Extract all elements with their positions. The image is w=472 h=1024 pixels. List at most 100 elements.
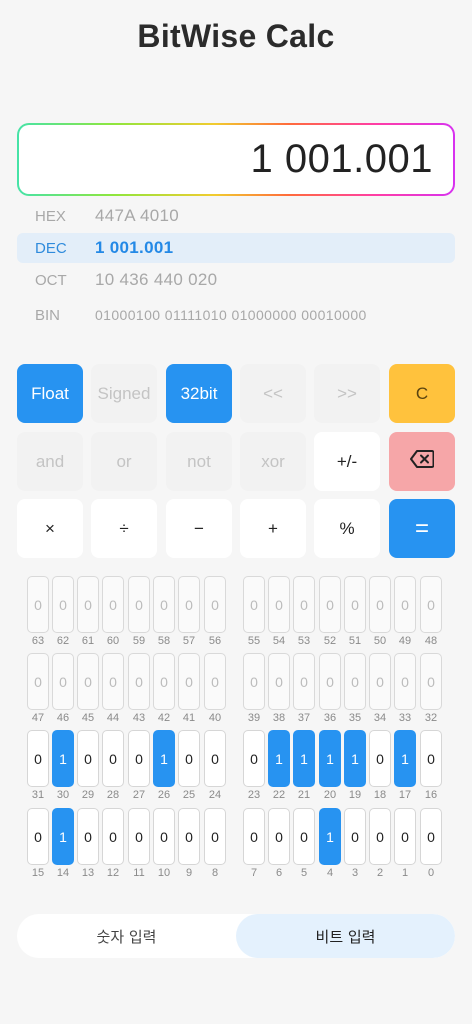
bit-53: 0: [293, 576, 315, 633]
bit-22[interactable]: 1: [268, 730, 290, 787]
bit-15[interactable]: 0: [27, 808, 49, 865]
value-display[interactable]: 1 001.001: [19, 125, 453, 194]
radix-label: HEX: [35, 207, 66, 225]
bit-1[interactable]: 0: [394, 808, 416, 865]
tab-label: 숫자 입력: [96, 927, 157, 946]
bit-38: 0: [268, 653, 290, 710]
bit-28[interactable]: 0: [102, 730, 124, 787]
key-label: ÷: [119, 518, 129, 538]
bit-16[interactable]: 0: [420, 730, 442, 787]
radix-row-hex[interactable]: HEX 447A 4010: [17, 201, 455, 231]
key-label: Signed: [97, 383, 151, 403]
equals-button[interactable]: =: [389, 499, 455, 558]
key-label: −: [194, 518, 204, 538]
bit-61: 0: [77, 576, 99, 633]
key-label: >>: [337, 383, 357, 403]
key-label: <<: [263, 383, 283, 403]
tab-number-input[interactable]: 숫자 입력: [17, 914, 236, 958]
signed-toggle[interactable]: Signed: [91, 364, 157, 423]
subtract-button[interactable]: −: [166, 499, 232, 558]
bit-10[interactable]: 0: [153, 808, 175, 865]
or-button[interactable]: or: [91, 432, 157, 491]
bit-13[interactable]: 0: [77, 808, 99, 865]
bit-43: 0: [128, 653, 150, 710]
float-toggle[interactable]: Float: [17, 364, 83, 423]
xor-button[interactable]: xor: [240, 432, 306, 491]
bit-2[interactable]: 0: [369, 808, 391, 865]
bit-8[interactable]: 0: [204, 808, 226, 865]
key-label: 32bit: [180, 383, 218, 403]
key-label: +/-: [336, 451, 358, 471]
bit-31[interactable]: 0: [27, 730, 49, 787]
bit-40: 0: [204, 653, 226, 710]
bit-17[interactable]: 1: [394, 730, 416, 787]
bit-44: 0: [102, 653, 124, 710]
bit-54: 0: [268, 576, 290, 633]
bit-3[interactable]: 0: [344, 808, 366, 865]
bit-14[interactable]: 1: [52, 808, 74, 865]
key-label: not: [187, 451, 211, 471]
radix-label: OCT: [35, 271, 67, 289]
radix-row-dec[interactable]: DEC 1 001.001: [17, 233, 455, 263]
not-button[interactable]: not: [166, 432, 232, 491]
bit-12[interactable]: 0: [102, 808, 124, 865]
bit-4[interactable]: 1: [319, 808, 341, 865]
radix-value: 10 436 440 020: [95, 270, 218, 289]
bit-index-label: 32: [424, 712, 438, 724]
bit-21[interactable]: 1: [293, 730, 315, 787]
bit-0[interactable]: 0: [420, 808, 442, 865]
bit-20[interactable]: 1: [319, 730, 341, 787]
shift-right-button[interactable]: >>: [314, 364, 380, 423]
bit-56: 0: [204, 576, 226, 633]
radix-row-bin[interactable]: BIN 01000100 01111010 01000000 00010000: [17, 300, 455, 330]
bit-57: 0: [178, 576, 200, 633]
bit-23[interactable]: 0: [243, 730, 265, 787]
bit-46: 0: [52, 653, 74, 710]
bit-35: 0: [344, 653, 366, 710]
tab-bit-input[interactable]: 비트 입력: [236, 914, 455, 958]
bit-26[interactable]: 1: [153, 730, 175, 787]
negate-button[interactable]: +/-: [314, 432, 380, 491]
bit-30[interactable]: 1: [52, 730, 74, 787]
bit-index-label: 48: [424, 635, 438, 647]
key-label: ×: [45, 518, 55, 538]
bit-52: 0: [319, 576, 341, 633]
bit-58: 0: [153, 576, 175, 633]
and-button[interactable]: and: [17, 432, 83, 491]
bit-25[interactable]: 0: [178, 730, 200, 787]
key-label: and: [35, 451, 65, 471]
bit-7[interactable]: 0: [243, 808, 265, 865]
multiply-button[interactable]: ×: [17, 499, 83, 558]
input-mode-tabs: 숫자 입력 비트 입력: [17, 914, 455, 958]
backspace-button[interactable]: [389, 432, 455, 491]
add-button[interactable]: +: [240, 499, 306, 558]
bit-29[interactable]: 0: [77, 730, 99, 787]
bit-48: 0: [420, 576, 442, 633]
bit-11[interactable]: 0: [128, 808, 150, 865]
key-label: +: [268, 518, 278, 538]
bit-index-label: 56: [208, 635, 222, 647]
key-label: xor: [261, 451, 285, 471]
percent-button[interactable]: %: [314, 499, 380, 558]
bit-45: 0: [77, 653, 99, 710]
32bit-toggle[interactable]: 32bit: [166, 364, 232, 423]
bit-9[interactable]: 0: [178, 808, 200, 865]
radix-value: 01000100 01111010 01000000 00010000: [95, 307, 367, 323]
bit-55: 0: [243, 576, 265, 633]
clear-button[interactable]: C: [389, 364, 455, 423]
bit-5[interactable]: 0: [293, 808, 315, 865]
key-label: Float: [31, 383, 69, 403]
bit-27[interactable]: 0: [128, 730, 150, 787]
radix-label: BIN: [35, 306, 61, 324]
bit-19[interactable]: 1: [344, 730, 366, 787]
divide-button[interactable]: ÷: [91, 499, 157, 558]
key-label: %: [339, 518, 355, 538]
tab-label: 비트 입력: [315, 927, 376, 946]
backspace-icon: [410, 450, 435, 473]
radix-row-oct[interactable]: OCT 10 436 440 020: [17, 265, 455, 295]
bit-6[interactable]: 0: [268, 808, 290, 865]
shift-left-button[interactable]: <<: [240, 364, 306, 423]
bit-34: 0: [369, 653, 391, 710]
bit-24[interactable]: 0: [204, 730, 226, 787]
bit-18[interactable]: 0: [369, 730, 391, 787]
